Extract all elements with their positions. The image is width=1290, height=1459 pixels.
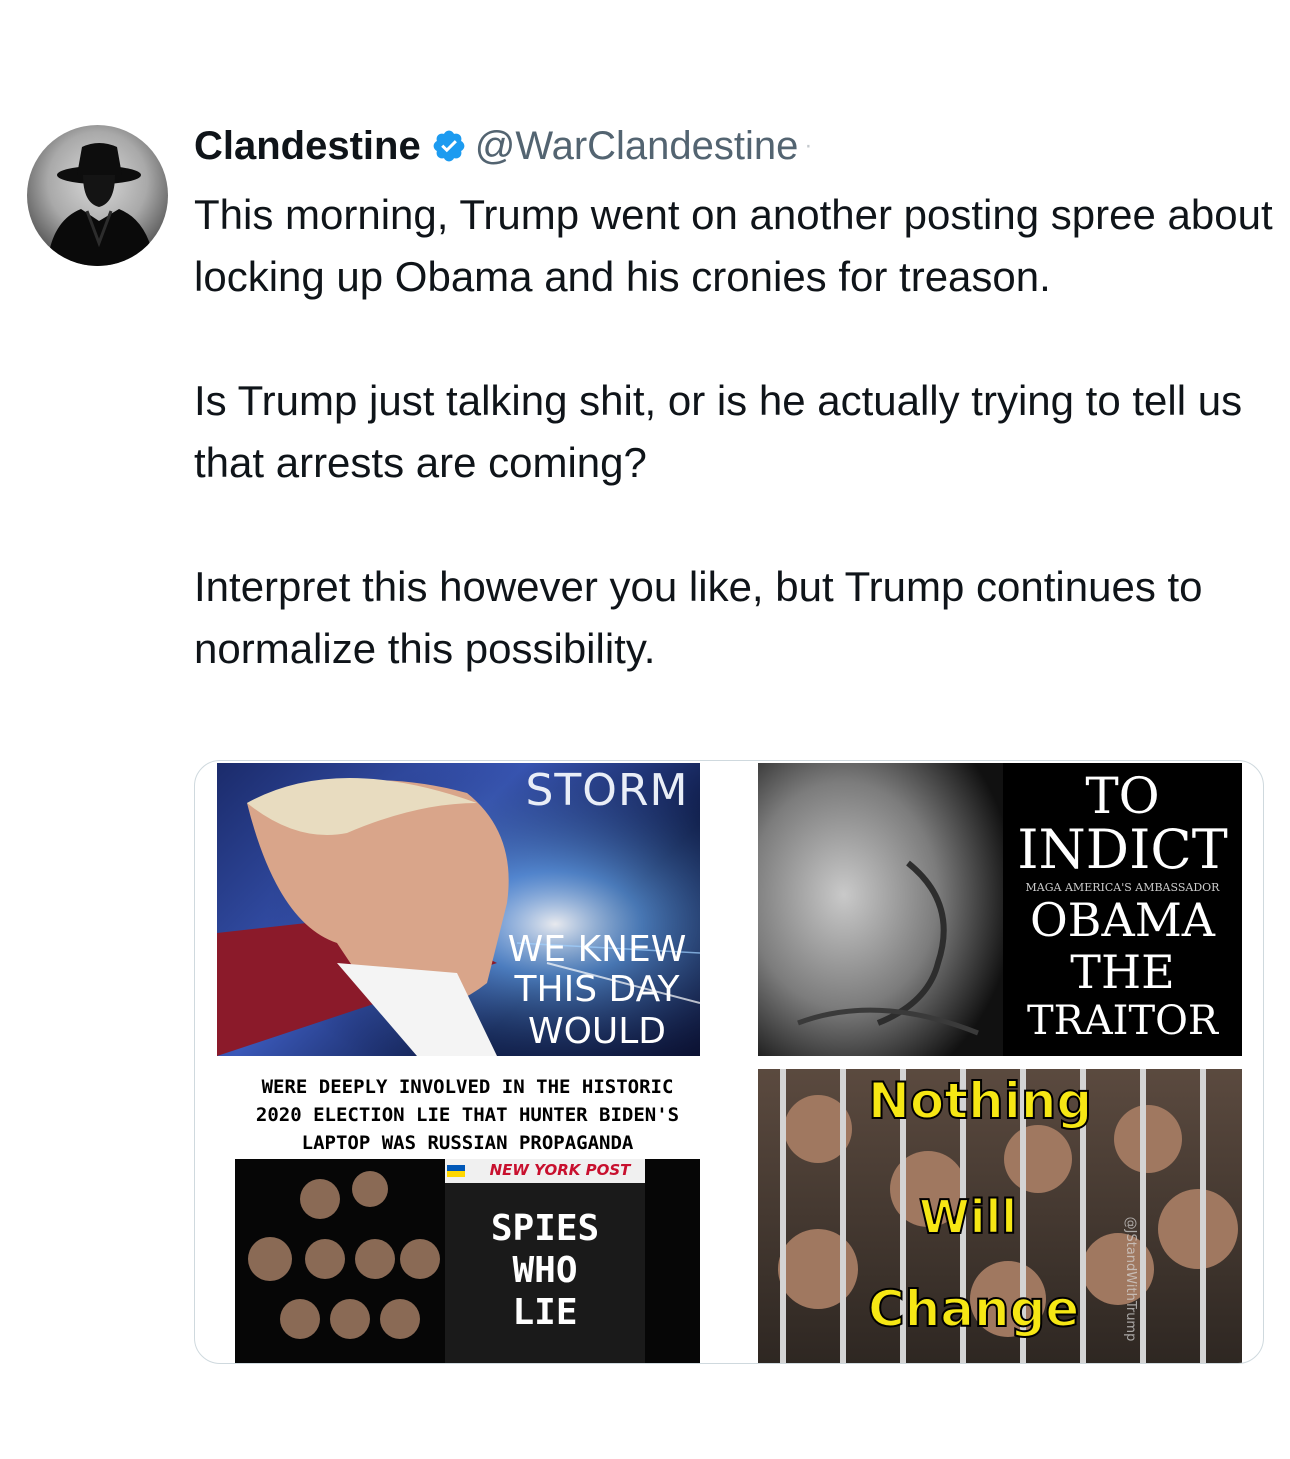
media-image-indict[interactable]: TO INDICT MAGA AMERICA'S AMBASSADOR OBAM… (758, 763, 1242, 1056)
storm-caption-line: THIS DAY (514, 969, 680, 1010)
indict-line: THE (1070, 945, 1175, 999)
verified-badge-icon (433, 130, 465, 162)
nothing-will-change-line: Nothing (867, 1071, 1093, 1131)
spies-headline: WHO (512, 1250, 578, 1291)
spies-header-line: LAPTOP WAS RUSSIAN PROPAGANDA (301, 1132, 634, 1154)
media-image-storm[interactable]: STORM WE KNEW THIS DAY WOULD (217, 763, 700, 1056)
spies-header-line: WERE DEEPLY INVOLVED IN THE HISTORIC (261, 1076, 674, 1098)
indict-line: OBAMA (1029, 893, 1216, 947)
storm-caption-line: WE KNEW (507, 929, 687, 970)
storm-caption-line: WOULD (527, 1011, 667, 1052)
tweet-text: This morning, Trump went on another post… (194, 184, 1274, 680)
avatar[interactable] (27, 125, 168, 266)
nothing-will-change-line: Will (918, 1189, 1018, 1245)
separator-dot: · (804, 132, 813, 159)
media-image-nothing-will-change[interactable]: Nothing Will Change @JStandWithTrump (758, 1069, 1242, 1363)
spies-headline: LIE (512, 1292, 578, 1333)
tweet-paragraph: This morning, Trump went on another post… (194, 191, 1273, 300)
handle[interactable]: @WarClandestine (475, 124, 799, 169)
spies-header-line: 2020 ELECTION LIE THAT HUNTER BIDEN'S (255, 1104, 680, 1126)
nothing-will-change-line: Change (867, 1279, 1080, 1339)
media-grid[interactable]: STORM WE KNEW THIS DAY WOULD TO INDICT M… (194, 760, 1264, 1364)
tweet: Clandestine @WarClandestine · This morni… (0, 0, 1290, 1459)
tweet-paragraph: Interpret this however you like, but Tru… (194, 563, 1203, 672)
spies-headline: SPIES (490, 1208, 600, 1249)
indict-line: INDICT (1017, 818, 1228, 881)
media-image-spies-who-lie[interactable]: WERE DEEPLY INVOLVED IN THE HISTORIC 202… (235, 1069, 700, 1363)
display-name[interactable]: Clandestine (194, 124, 421, 169)
watermark: @JStandWithTrump (1123, 1216, 1138, 1342)
indict-line: TO (1085, 767, 1160, 825)
indict-line: TRAITOR (1026, 998, 1219, 1044)
avatar-silhouette-icon (47, 143, 155, 266)
tweet-paragraph: Is Trump just talking shit, or is he act… (194, 377, 1243, 486)
tweet-header: Clandestine @WarClandestine · (194, 124, 812, 168)
nypost-masthead: NEW YORK POST (489, 1161, 631, 1179)
storm-title: STORM (525, 765, 689, 816)
